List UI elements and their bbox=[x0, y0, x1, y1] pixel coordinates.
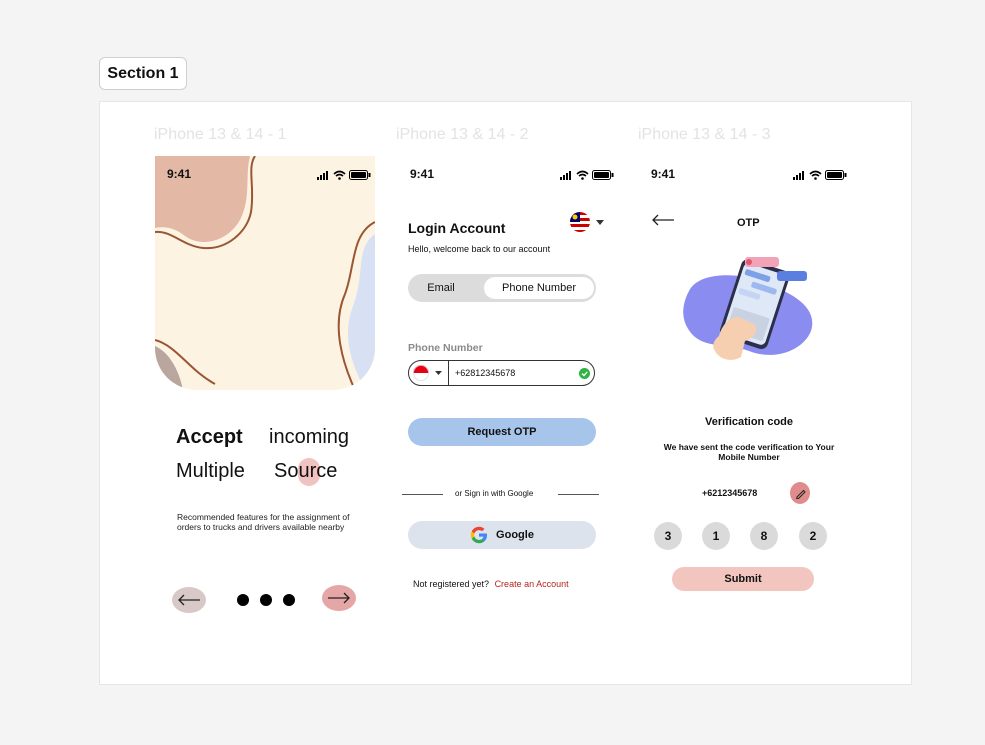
check-icon bbox=[579, 368, 590, 379]
onboarding-description: Recommended features for the assignment … bbox=[177, 512, 350, 532]
phone-illustration bbox=[683, 257, 813, 360]
title-source: Source bbox=[274, 460, 338, 482]
language-selector[interactable] bbox=[570, 212, 604, 232]
back-button[interactable] bbox=[172, 587, 206, 613]
create-account-link[interactable]: Create an Account bbox=[495, 579, 569, 589]
phone-number-input[interactable]: +62812345678 bbox=[455, 368, 515, 378]
otp-digit-1[interactable]: 3 bbox=[654, 522, 682, 550]
login-method-toggle: Email Phone Number bbox=[408, 274, 596, 302]
otp-screen: 9:41 OTP Verification code We have sent … bbox=[639, 156, 859, 636]
login-subtitle: Hello, welcome back to our account bbox=[408, 244, 551, 254]
page-dot bbox=[260, 594, 272, 606]
tab-email[interactable]: Email bbox=[408, 274, 474, 302]
google-button-label: Google bbox=[496, 529, 534, 541]
onboarding-screen: 9:41 Accept incoming Multiple Source Rec… bbox=[155, 156, 375, 636]
back-arrow-icon[interactable] bbox=[651, 214, 675, 226]
chevron-down-icon bbox=[435, 371, 442, 375]
request-otp-button[interactable]: Request OTP bbox=[408, 418, 596, 446]
status-time: 9:41 bbox=[410, 167, 435, 181]
next-button[interactable] bbox=[322, 585, 356, 611]
wifi-icon bbox=[576, 167, 589, 185]
battery-icon bbox=[825, 167, 847, 185]
battery-icon bbox=[349, 167, 371, 185]
hero-illustration bbox=[155, 156, 375, 390]
signal-icon bbox=[317, 167, 330, 185]
status-time: 9:41 bbox=[167, 167, 192, 181]
status-icons bbox=[793, 167, 847, 185]
tab-phone-number[interactable]: Phone Number bbox=[484, 277, 594, 299]
otp-digit-3[interactable]: 8 bbox=[750, 522, 778, 550]
phone-number-label: Phone Number bbox=[408, 342, 483, 354]
submit-button[interactable]: Submit bbox=[672, 567, 814, 591]
status-icons bbox=[560, 167, 614, 185]
title-multiple: Multiple bbox=[176, 460, 245, 482]
phone-number-field[interactable]: +62812345678 bbox=[408, 360, 595, 386]
status-time: 9:41 bbox=[651, 167, 676, 181]
otp-title: OTP bbox=[737, 217, 760, 229]
signal-icon bbox=[793, 167, 806, 185]
chevron-down-icon bbox=[596, 219, 604, 225]
page-dot bbox=[283, 594, 295, 606]
status-icons bbox=[317, 167, 371, 185]
field-divider bbox=[448, 361, 449, 385]
frame-label-1[interactable]: iPhone 13 & 14 - 1 bbox=[154, 126, 287, 144]
verification-title: Verification code bbox=[704, 416, 794, 428]
edit-phone-button[interactable] bbox=[790, 482, 810, 504]
divider-text: or Sign in with Google bbox=[455, 489, 534, 498]
pencil-icon bbox=[795, 489, 806, 499]
google-divider: or Sign in with Google bbox=[402, 488, 599, 500]
arrow-left-icon bbox=[178, 594, 200, 606]
frame-label-2[interactable]: iPhone 13 & 14 - 2 bbox=[396, 126, 529, 144]
battery-icon bbox=[592, 167, 614, 185]
wifi-icon bbox=[333, 167, 346, 185]
page-dot bbox=[237, 594, 249, 606]
login-screen: 9:41 Login Account Hello, welcome back t… bbox=[398, 156, 618, 636]
otp-phone-number: +6212345678 bbox=[702, 488, 758, 498]
divider-line bbox=[402, 494, 443, 495]
signal-icon bbox=[560, 167, 573, 185]
otp-digit-4[interactable]: 2 bbox=[799, 522, 827, 550]
arrow-right-icon bbox=[328, 592, 350, 604]
country-code-selector[interactable] bbox=[413, 365, 442, 381]
google-icon bbox=[470, 526, 488, 544]
not-registered-text: Not registered yet? bbox=[413, 579, 490, 589]
login-title: Login Account bbox=[408, 220, 506, 236]
title-accept: Accept bbox=[176, 426, 243, 448]
frame-label-3[interactable]: iPhone 13 & 14 - 3 bbox=[638, 126, 771, 144]
malaysia-flag-icon bbox=[570, 212, 590, 232]
otp-digit-2[interactable]: 1 bbox=[702, 522, 730, 550]
wifi-icon bbox=[809, 167, 822, 185]
indonesia-flag-icon bbox=[413, 365, 429, 381]
register-prompt: Not registered yet? Create an Account bbox=[413, 579, 569, 589]
google-signin-button[interactable]: Google bbox=[408, 521, 596, 549]
divider-line bbox=[558, 494, 599, 495]
verification-message: We have sent the code verification to Yo… bbox=[663, 442, 835, 462]
section-label[interactable]: Section 1 bbox=[99, 57, 187, 90]
title-incoming: incoming bbox=[269, 426, 350, 448]
